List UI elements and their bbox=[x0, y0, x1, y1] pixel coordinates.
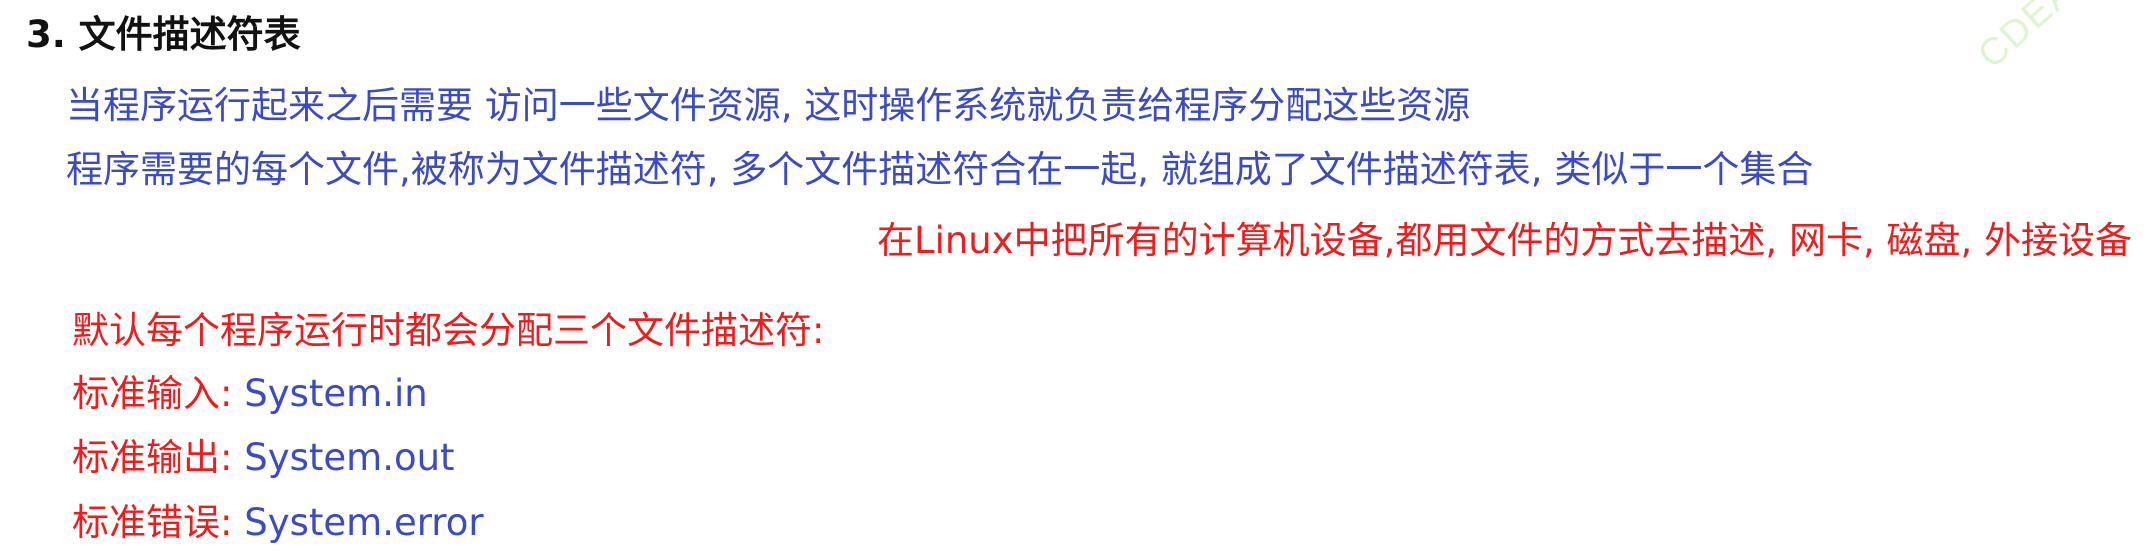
descriptor-item-stdout: 标准输出: System.out bbox=[72, 434, 455, 482]
defaults-intro: 默认每个程序运行时都会分配三个文件描述符: bbox=[72, 309, 825, 352]
watermark: CDEA bbox=[1970, 0, 2084, 77]
intro-line-2: 程序需要的每个文件,被称为文件描述符, 多个文件描述符合在一起, 就组成了文件描… bbox=[66, 148, 1814, 191]
descriptor-label: 标准输入: bbox=[72, 372, 245, 415]
descriptor-label: 标准输出: bbox=[72, 436, 245, 479]
descriptor-value: System.in bbox=[244, 372, 428, 415]
descriptor-label: 标准错误: bbox=[72, 501, 245, 544]
descriptor-value: System.error bbox=[244, 501, 484, 544]
descriptor-item-stderr: 标准错误: System.error bbox=[72, 499, 484, 547]
section-heading: 3. 文件描述符表 bbox=[26, 13, 301, 56]
descriptor-item-stdin: 标准输入: System.in bbox=[72, 370, 428, 418]
linux-note: 在Linux中把所有的计算机设备,都用文件的方式去描述, 网卡, 磁盘, 外接设… bbox=[876, 219, 2132, 262]
descriptor-value: System.out bbox=[244, 436, 455, 479]
intro-line-1: 当程序运行起来之后需要 访问一些文件资源, 这时操作系统就负责给程序分配这些资源 bbox=[66, 84, 1471, 127]
